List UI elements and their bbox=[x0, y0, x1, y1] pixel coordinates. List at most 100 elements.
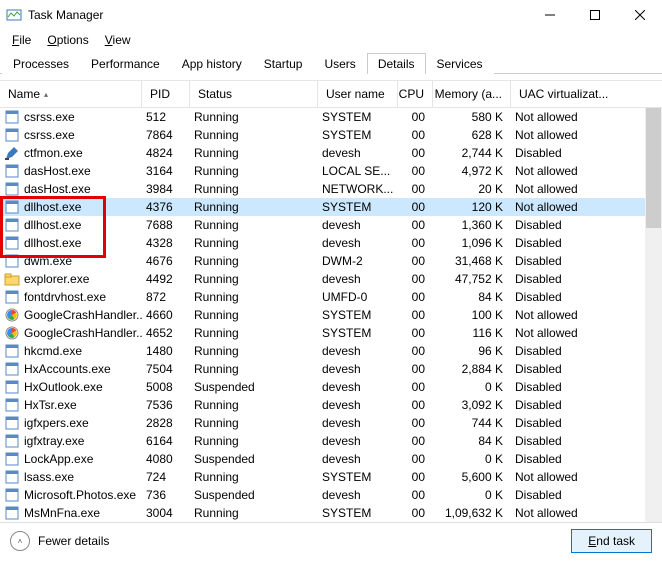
process-status: Running bbox=[190, 326, 318, 340]
process-status: Suspended bbox=[190, 380, 318, 394]
close-button[interactable] bbox=[617, 0, 662, 30]
process-memory: 116 K bbox=[433, 326, 511, 340]
process-memory: 47,752 K bbox=[433, 272, 511, 286]
tab-startup[interactable]: Startup bbox=[253, 53, 314, 74]
table-row[interactable]: lsass.exe724RunningSYSTEM005,600 KNot al… bbox=[0, 468, 662, 486]
process-name: dasHost.exe bbox=[24, 164, 91, 178]
process-icon bbox=[4, 433, 20, 449]
table-row[interactable]: dasHost.exe3984RunningNETWORK...0020 KNo… bbox=[0, 180, 662, 198]
process-user: LOCAL SE... bbox=[318, 164, 398, 178]
process-icon bbox=[4, 397, 20, 413]
process-uac: Not allowed bbox=[511, 326, 639, 340]
process-user: NETWORK... bbox=[318, 182, 398, 196]
table-row[interactable]: HxOutlook.exe5008Suspendeddevesh000 KDis… bbox=[0, 378, 662, 396]
table-row[interactable]: dwm.exe4676RunningDWM-20031,468 KDisable… bbox=[0, 252, 662, 270]
process-pid: 4660 bbox=[142, 308, 190, 322]
table-row[interactable]: HxAccounts.exe7504Runningdevesh002,884 K… bbox=[0, 360, 662, 378]
tab-app-history[interactable]: App history bbox=[171, 53, 253, 74]
process-cpu: 00 bbox=[398, 110, 433, 124]
table-row[interactable]: Microsoft.Photos.exe736Suspendeddevesh00… bbox=[0, 486, 662, 504]
process-uac: Disabled bbox=[511, 272, 639, 286]
end-task-button[interactable]: End task bbox=[571, 529, 652, 553]
process-name: HxTsr.exe bbox=[24, 398, 77, 412]
process-name: dwm.exe bbox=[24, 254, 72, 268]
process-status: Running bbox=[190, 200, 318, 214]
table-row[interactable]: hkcmd.exe1480Runningdevesh0096 KDisabled bbox=[0, 342, 662, 360]
tab-details[interactable]: Details bbox=[367, 53, 426, 74]
process-uac: Disabled bbox=[511, 398, 639, 412]
process-icon bbox=[4, 199, 20, 215]
tab-users[interactable]: Users bbox=[313, 53, 366, 74]
process-cpu: 00 bbox=[398, 470, 433, 484]
table-row[interactable]: igfxtray.exe6164Runningdevesh0084 KDisab… bbox=[0, 432, 662, 450]
menu-bar: File Options View bbox=[0, 30, 662, 50]
process-pid: 7504 bbox=[142, 362, 190, 376]
table-row[interactable]: HxTsr.exe7536Runningdevesh003,092 KDisab… bbox=[0, 396, 662, 414]
process-user: SYSTEM bbox=[318, 326, 398, 340]
chevron-up-icon: ˄ bbox=[10, 531, 30, 551]
process-name: dllhost.exe bbox=[24, 218, 81, 232]
table-row[interactable]: ctfmon.exe4824Runningdevesh002,744 KDisa… bbox=[0, 144, 662, 162]
table-row[interactable]: explorer.exe4492Runningdevesh0047,752 KD… bbox=[0, 270, 662, 288]
table-row[interactable]: dllhost.exe4376RunningSYSTEM00120 KNot a… bbox=[0, 198, 662, 216]
process-user: SYSTEM bbox=[318, 506, 398, 520]
table-row[interactable]: csrss.exe512RunningSYSTEM00580 KNot allo… bbox=[0, 108, 662, 126]
table-row[interactable]: MsMnFna.exe3004RunningSYSTEM001,09,632 K… bbox=[0, 504, 662, 522]
process-user: SYSTEM bbox=[318, 470, 398, 484]
process-icon bbox=[4, 109, 20, 125]
table-row[interactable]: dasHost.exe3164RunningLOCAL SE...004,972… bbox=[0, 162, 662, 180]
process-cpu: 00 bbox=[398, 182, 433, 196]
column-header-pid[interactable]: PID bbox=[142, 81, 190, 107]
table-row[interactable]: dllhost.exe4328Runningdevesh001,096 KDis… bbox=[0, 234, 662, 252]
process-user: SYSTEM bbox=[318, 200, 398, 214]
table-row[interactable]: csrss.exe7864RunningSYSTEM00628 KNot all… bbox=[0, 126, 662, 144]
process-icon bbox=[4, 163, 20, 179]
process-name: igfxpers.exe bbox=[24, 416, 89, 430]
menu-options[interactable]: Options bbox=[39, 32, 96, 48]
menu-file[interactable]: File bbox=[4, 32, 39, 48]
process-pid: 4328 bbox=[142, 236, 190, 250]
column-header-user[interactable]: User name bbox=[318, 81, 398, 107]
column-header-status[interactable]: Status bbox=[190, 81, 318, 107]
process-name: ctfmon.exe bbox=[24, 146, 83, 160]
column-header-name[interactable]: Name▴ bbox=[0, 81, 142, 107]
menu-view[interactable]: View bbox=[97, 32, 139, 48]
process-icon bbox=[4, 127, 20, 143]
table-row[interactable]: igfxpers.exe2828Runningdevesh00744 KDisa… bbox=[0, 414, 662, 432]
column-header-memory[interactable]: Memory (a... bbox=[433, 81, 511, 107]
column-header-uac[interactable]: UAC virtualizat... bbox=[511, 81, 639, 107]
process-memory: 1,09,632 K bbox=[433, 506, 511, 520]
process-uac: Disabled bbox=[511, 416, 639, 430]
process-cpu: 00 bbox=[398, 308, 433, 322]
table-row[interactable]: fontdrvhost.exe872RunningUMFD-00084 KDis… bbox=[0, 288, 662, 306]
process-pid: 6164 bbox=[142, 434, 190, 448]
process-name: csrss.exe bbox=[24, 110, 75, 124]
fewer-details-toggle[interactable]: ˄ Fewer details bbox=[10, 531, 109, 551]
process-cpu: 00 bbox=[398, 146, 433, 160]
process-status: Running bbox=[190, 272, 318, 286]
tab-services[interactable]: Services bbox=[426, 53, 494, 74]
vertical-scrollbar[interactable] bbox=[645, 108, 662, 522]
tab-performance[interactable]: Performance bbox=[80, 53, 171, 74]
process-icon bbox=[4, 289, 20, 305]
process-icon bbox=[4, 361, 20, 377]
table-row[interactable]: LockApp.exe4080Suspendeddevesh000 KDisab… bbox=[0, 450, 662, 468]
scrollbar-thumb[interactable] bbox=[646, 108, 661, 228]
process-memory: 100 K bbox=[433, 308, 511, 322]
process-status: Running bbox=[190, 308, 318, 322]
table-row[interactable]: dllhost.exe7688Runningdevesh001,360 KDis… bbox=[0, 216, 662, 234]
column-header-cpu[interactable]: CPU bbox=[398, 81, 433, 107]
process-status: Running bbox=[190, 506, 318, 520]
process-cpu: 00 bbox=[398, 290, 433, 304]
maximize-button[interactable] bbox=[572, 0, 617, 30]
process-icon bbox=[4, 415, 20, 431]
process-memory: 744 K bbox=[433, 416, 511, 430]
process-pid: 1480 bbox=[142, 344, 190, 358]
process-uac: Not allowed bbox=[511, 470, 639, 484]
tab-processes[interactable]: Processes bbox=[2, 53, 80, 74]
process-pid: 512 bbox=[142, 110, 190, 124]
table-row[interactable]: GoogleCrashHandler...4652RunningSYSTEM00… bbox=[0, 324, 662, 342]
process-memory: 3,092 K bbox=[433, 398, 511, 412]
table-row[interactable]: GoogleCrashHandler...4660RunningSYSTEM00… bbox=[0, 306, 662, 324]
minimize-button[interactable] bbox=[527, 0, 572, 30]
